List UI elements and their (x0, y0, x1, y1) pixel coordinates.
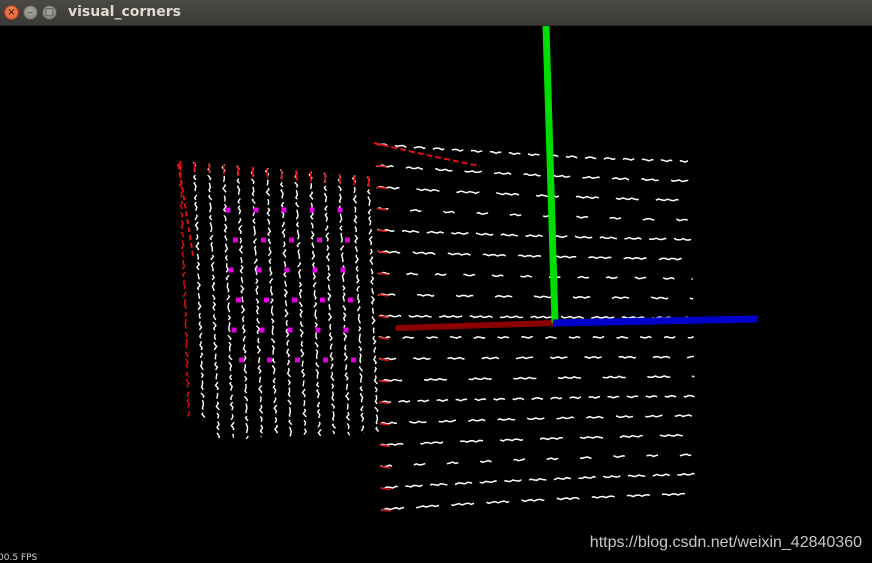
scan-line (377, 271, 694, 280)
corner-marker (309, 207, 315, 213)
watermark-text: https://blog.csdn.net/weixin_42840360 (589, 534, 862, 551)
scan-line (380, 472, 697, 490)
scan-line (380, 433, 696, 447)
edge-line (373, 142, 481, 167)
corner-marker (284, 267, 290, 273)
corner-marker (348, 297, 353, 303)
edge-point (266, 168, 269, 179)
edge-point (353, 175, 356, 186)
window-title: visual_corners (68, 4, 181, 20)
scan-line (379, 394, 695, 404)
corner-marker (323, 357, 328, 363)
edge-point (338, 174, 341, 185)
corner-marker (315, 327, 321, 333)
scan-line (207, 163, 221, 440)
corner-marker (343, 327, 349, 333)
scan-line (380, 492, 694, 511)
edge-point (376, 186, 387, 190)
edge-point (380, 487, 391, 491)
scan-line (337, 173, 351, 436)
scan-line (375, 142, 689, 163)
scan-line (380, 453, 696, 468)
corner-marker (256, 267, 262, 273)
y-axis (542, 26, 559, 324)
fps-readout: 00.5 FPS (0, 553, 38, 563)
corner-marker (264, 297, 269, 303)
edge-point (378, 358, 390, 362)
corner-marker (337, 207, 343, 213)
scan-line (379, 414, 696, 425)
scan-line (376, 185, 689, 202)
scan-line (377, 293, 694, 300)
corner-marker (287, 327, 293, 333)
edge-point (179, 160, 182, 172)
scan-line (323, 172, 336, 435)
scan-line (351, 174, 365, 434)
edge-point (208, 163, 211, 174)
minimize-button[interactable]: – (23, 5, 38, 20)
corner-marker (340, 267, 346, 273)
corner-marker (289, 237, 294, 243)
scan-line (378, 355, 695, 361)
corner-marker (295, 357, 300, 363)
corner-marker (351, 357, 356, 363)
corner-marker (231, 327, 237, 333)
corner-marker (236, 297, 241, 303)
corner-marker (225, 207, 231, 213)
corner-marker (320, 297, 325, 303)
corner-marker (312, 267, 318, 273)
corner-marker (317, 237, 322, 243)
maximize-button[interactable]: □ (42, 5, 57, 20)
scan-line (192, 161, 206, 421)
scan-line (377, 228, 693, 241)
scan-line (366, 176, 380, 433)
corner-marker (259, 327, 265, 333)
scan-line (378, 335, 694, 340)
close-button[interactable]: × (4, 5, 19, 20)
scan-line (221, 164, 235, 438)
corner-marker (233, 237, 238, 243)
x-axis (395, 320, 556, 331)
3d-viewer-canvas[interactable] (0, 26, 872, 563)
edge-point (193, 162, 196, 173)
corner-marker (345, 237, 350, 243)
corner-marker (261, 237, 266, 243)
point-cloud-view[interactable] (0, 26, 872, 563)
edge-point (295, 170, 298, 181)
corner-marker (228, 267, 234, 273)
edge-point (380, 465, 391, 469)
title-bar[interactable]: × – □ visual_corners (0, 0, 872, 26)
corner-marker (253, 207, 259, 213)
corner-marker (281, 207, 287, 213)
scan-line (376, 207, 690, 222)
corner-marker (239, 357, 244, 363)
application-window: × – □ visual_corners 00.5 FPS https://bl… (0, 0, 872, 563)
corner-marker (267, 357, 272, 363)
edge-point (309, 171, 312, 182)
corner-marker (292, 297, 297, 303)
edge-point (367, 176, 370, 187)
scan-line (379, 374, 695, 382)
scan-line (294, 170, 307, 436)
edge-point (324, 172, 327, 184)
edge-point (251, 166, 254, 178)
coordinate-axes (395, 26, 759, 331)
scan-line (377, 250, 693, 261)
scan-line (376, 164, 689, 183)
edge-point (222, 164, 225, 175)
edge-point (280, 169, 283, 180)
z-axis (552, 315, 759, 327)
edge-point (237, 165, 240, 176)
